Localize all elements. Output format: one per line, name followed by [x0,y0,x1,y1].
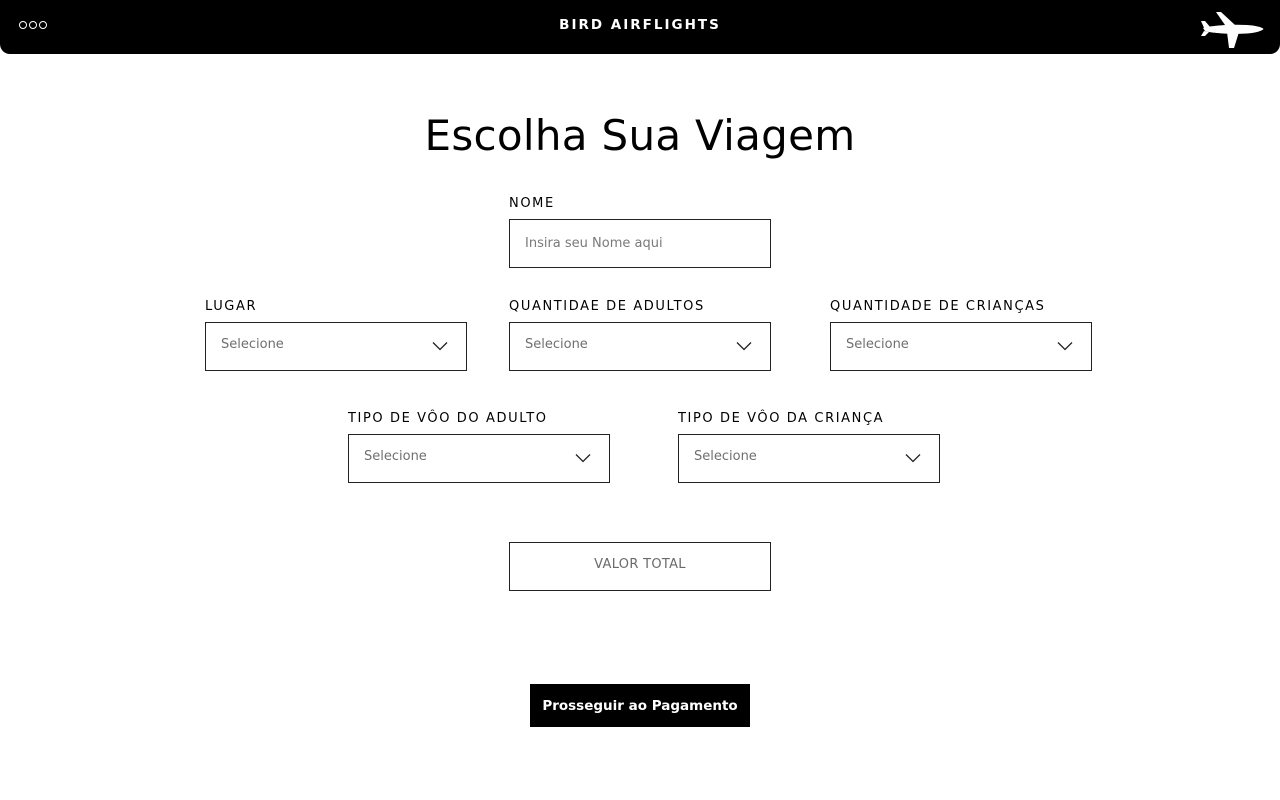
brand-title: BIRD AIRFLIGHTS [559,17,721,33]
lugar-select-value: Selecione [221,337,284,352]
criancas-select[interactable]: Selecione [830,322,1092,371]
chevron-down-icon [1057,342,1073,351]
tipo-adulto-label: TIPO DE VÔO DO ADULTO [348,411,548,426]
adultos-select[interactable]: Selecione [509,322,771,371]
criancas-select-value: Selecione [846,337,909,352]
tipo-crianca-label: TIPO DE VÔO DA CRIANÇA [678,411,885,426]
tipo-crianca-select[interactable]: Selecione [678,434,940,483]
tipo-adulto-select[interactable]: Selecione [348,434,610,483]
lugar-label: LUGAR [205,299,258,314]
airplane-icon [1201,12,1264,48]
top-navbar: BIRD AIRFLIGHTS [0,0,1280,54]
chevron-down-icon [736,342,752,351]
adultos-select-value: Selecione [525,337,588,352]
valor-total-box: VALOR TOTAL [509,542,771,591]
tipo-crianca-select-value: Selecione [694,449,757,464]
chevron-down-icon [432,342,448,351]
adultos-label: QUANTIDAE DE ADULTOS [509,299,705,314]
valor-total-text: VALOR TOTAL [594,557,686,572]
name-field-box [509,219,771,268]
page-title: Escolha Sua Viagem [424,111,856,160]
chevron-down-icon [575,454,591,463]
chevron-down-icon [905,454,921,463]
lugar-select[interactable]: Selecione [205,322,467,371]
name-label: NOME [509,196,555,211]
tipo-adulto-select-value: Selecione [364,449,427,464]
criancas-label: QUANTIDADE DE CRIANÇAS [830,299,1046,314]
name-input[interactable] [510,220,755,267]
proceed-to-payment-button[interactable]: Prosseguir ao Pagamento [530,684,750,727]
